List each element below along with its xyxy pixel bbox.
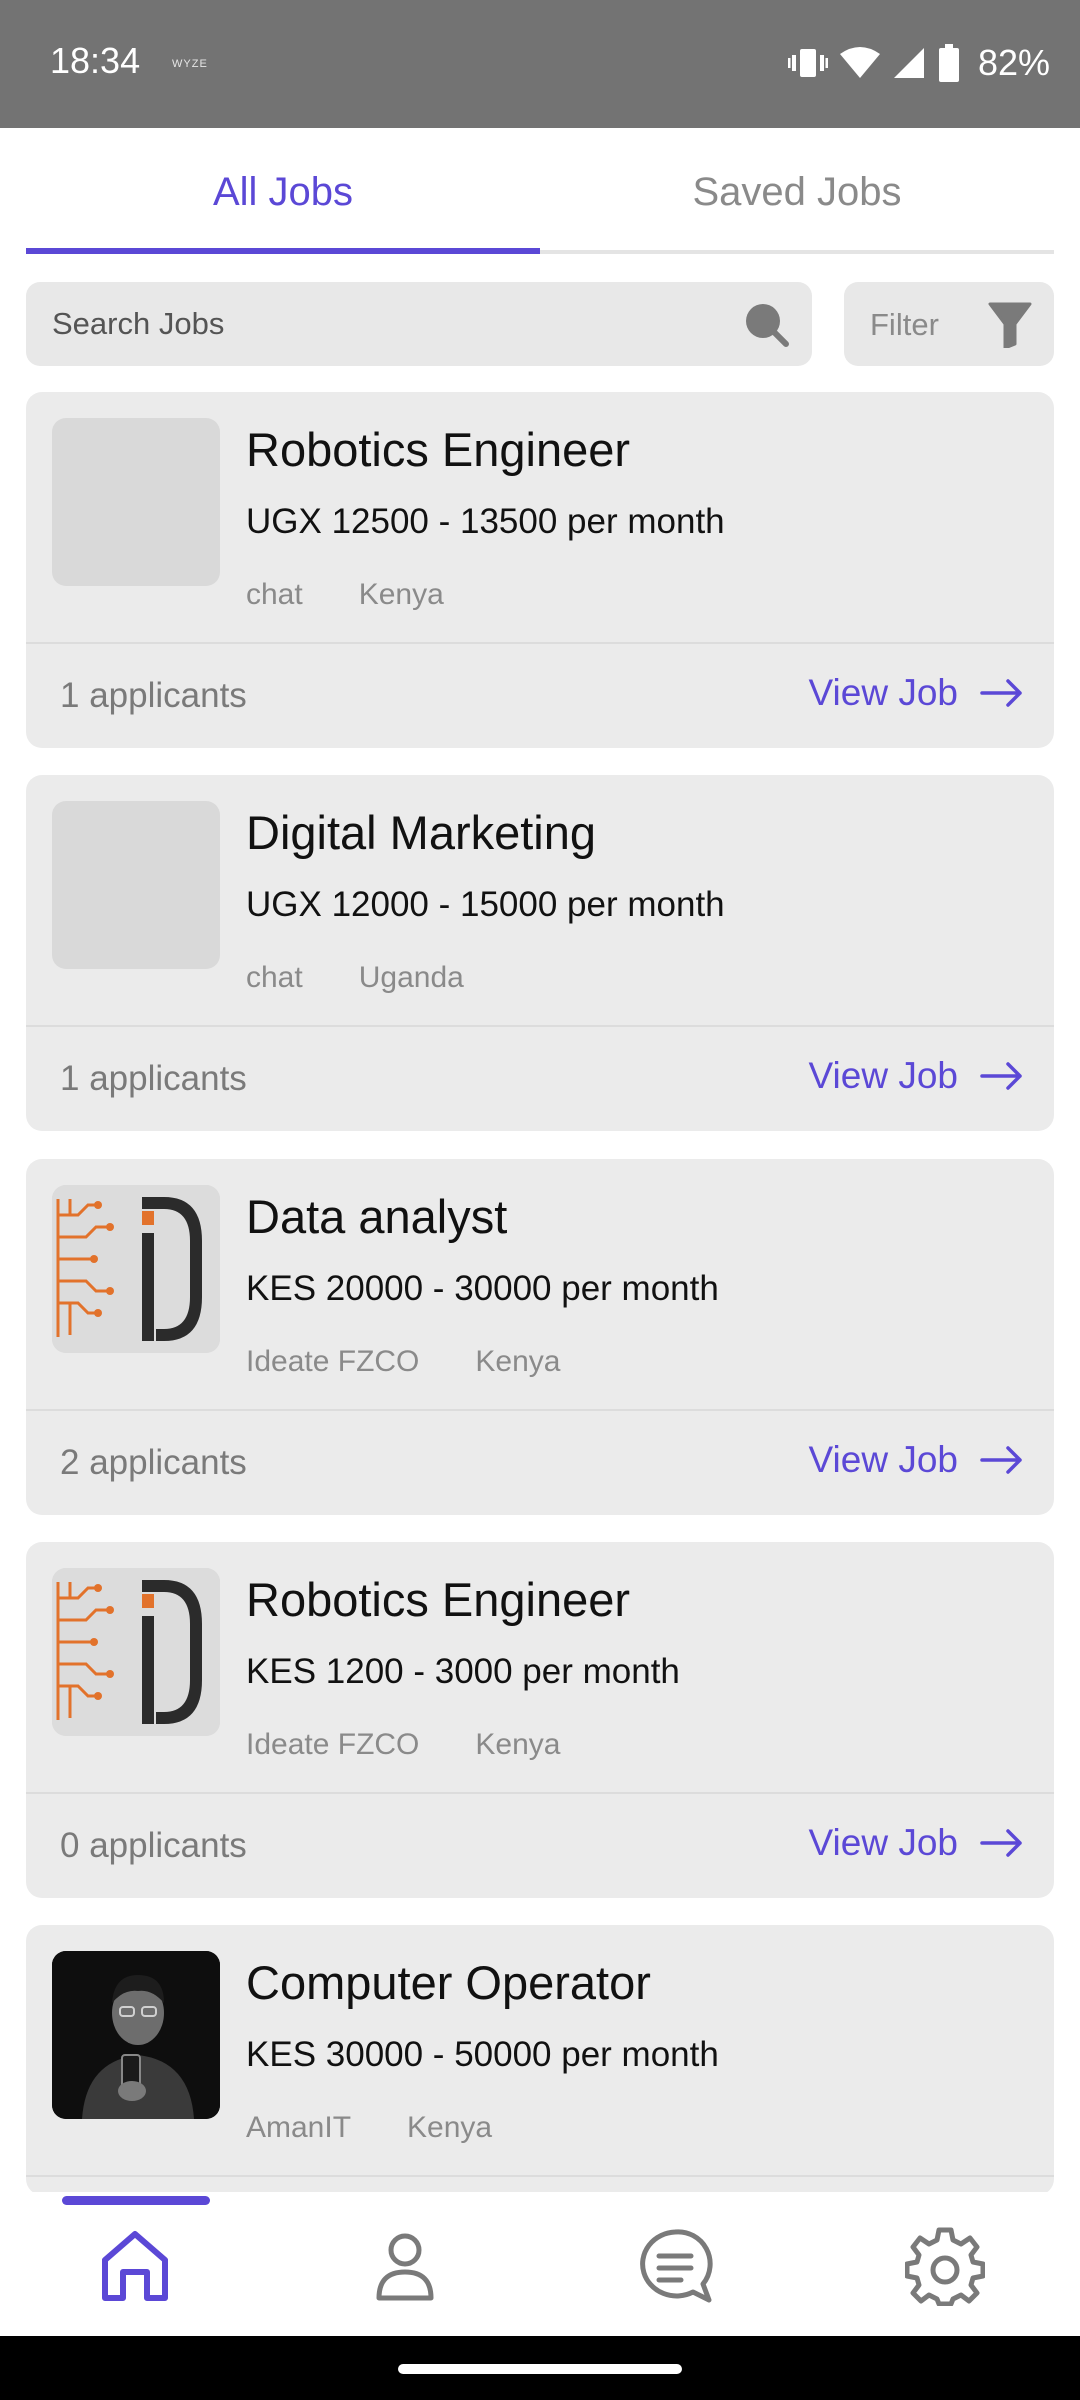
chat-icon[interactable] [635, 2226, 715, 2306]
job-card[interactable]: Computer Operator KES 30000 - 50000 per … [26, 1925, 1054, 2195]
job-salary: UGX 12000 - 15000 per month [246, 885, 725, 924]
status-icons: 82% [787, 38, 1050, 88]
filter-button[interactable]: Filter [844, 282, 1054, 366]
view-job-link[interactable]: View Job [809, 672, 1024, 714]
card-divider [26, 1025, 1054, 1027]
company-logo-photo [52, 1951, 220, 2119]
card-divider [26, 642, 1054, 644]
job-location: Kenya [475, 1345, 561, 1378]
arrow-right-icon [980, 1062, 1022, 1090]
job-card[interactable]: Robotics Engineer KES 1200 - 3000 per mo… [26, 1542, 1054, 1898]
card-divider [26, 1792, 1054, 1794]
status-time: 18:34 [50, 40, 141, 81]
job-card[interactable]: Robotics Engineer UGX 12500 - 13500 per … [26, 392, 1054, 748]
job-salary: KES 20000 - 30000 per month [246, 1269, 719, 1308]
card-divider [26, 2175, 1054, 2177]
search-icon[interactable] [742, 300, 790, 348]
status-bar: 18:34 WYZE 82% [0, 0, 1080, 128]
battery-icon [938, 44, 959, 82]
job-meta: AmanIT Kenya [246, 2111, 492, 2145]
arrow-right-icon [980, 679, 1022, 707]
system-navigation-bar [0, 2336, 1080, 2400]
view-job-link[interactable]: View Job [809, 1822, 1024, 1864]
job-title: Data analyst [246, 1190, 508, 1243]
home-icon[interactable] [95, 2226, 175, 2306]
view-job-label: View Job [808, 1822, 958, 1863]
job-salary: KES 30000 - 50000 per month [246, 2035, 719, 2074]
battery-percentage: 82% [977, 42, 1050, 83]
active-nav-indicator [62, 2196, 210, 2205]
job-salary: KES 1200 - 3000 per month [246, 1652, 680, 1691]
view-job-link[interactable]: View Job [809, 1055, 1024, 1097]
filter-funnel-icon [988, 302, 1032, 348]
notification-wyze-icon: WYZE [172, 58, 208, 70]
company-name: AmanIT [246, 2111, 352, 2144]
applicants-count: 0 applicants [60, 1826, 247, 1865]
job-tabs: All Jobs Saved Jobs [26, 128, 1054, 256]
vibrate-icon [787, 49, 828, 77]
view-job-link[interactable]: View Job [809, 1439, 1024, 1481]
arrow-right-icon [980, 1446, 1022, 1474]
company-name: Ideate FZCO [246, 1728, 420, 1761]
applicants-count: 1 applicants [60, 1059, 247, 1098]
job-title: Robotics Engineer [246, 423, 631, 476]
job-title: Computer Operator [246, 1956, 651, 2009]
company-name: chat [246, 578, 303, 611]
arrow-right-icon [980, 1829, 1022, 1857]
card-divider [26, 1409, 1054, 1411]
company-name: Ideate FZCO [246, 1345, 420, 1378]
search-placeholder: Search Jobs [52, 306, 225, 341]
active-tab-indicator [26, 248, 540, 254]
job-salary: UGX 12500 - 13500 per month [246, 502, 725, 541]
job-meta: Ideate FZCO Kenya [246, 1345, 560, 1379]
settings-icon[interactable] [905, 2226, 985, 2306]
ideate-logo [52, 1568, 220, 1736]
job-meta: Ideate FZCO Kenya [246, 1728, 560, 1762]
job-title: Robotics Engineer [246, 1573, 631, 1626]
ideate-logo [52, 1185, 220, 1353]
company-logo-placeholder [52, 801, 220, 969]
job-meta: chat Uganda [246, 961, 464, 995]
view-job-label: View Job [808, 1055, 958, 1096]
applicants-count: 2 applicants [60, 1443, 247, 1482]
search-input[interactable]: Search Jobs [26, 282, 812, 366]
company-name: chat [246, 961, 303, 994]
job-location: Kenya [407, 2111, 493, 2144]
view-job-label: View Job [808, 1439, 958, 1480]
company-logo-placeholder [52, 418, 220, 586]
filter-label: Filter [870, 307, 939, 342]
job-title: Digital Marketing [246, 806, 597, 859]
wifi-icon [839, 47, 880, 78]
job-location: Kenya [475, 1728, 561, 1761]
gesture-handle[interactable] [398, 2364, 682, 2374]
job-meta: chat Kenya [246, 578, 444, 612]
applicants-count: 1 applicants [60, 676, 247, 715]
job-location: Uganda [358, 961, 464, 994]
view-job-label: View Job [808, 672, 958, 713]
job-card[interactable]: Data analyst KES 20000 - 30000 per month… [26, 1159, 1054, 1515]
profile-icon[interactable] [365, 2226, 445, 2306]
job-card[interactable]: Digital Marketing UGX 12000 - 15000 per … [26, 775, 1054, 1131]
job-location: Kenya [358, 578, 444, 611]
tab-saved-jobs[interactable]: Saved Jobs [540, 128, 1054, 256]
tab-all-jobs[interactable]: All Jobs [26, 128, 540, 256]
signal-icon [893, 48, 924, 78]
